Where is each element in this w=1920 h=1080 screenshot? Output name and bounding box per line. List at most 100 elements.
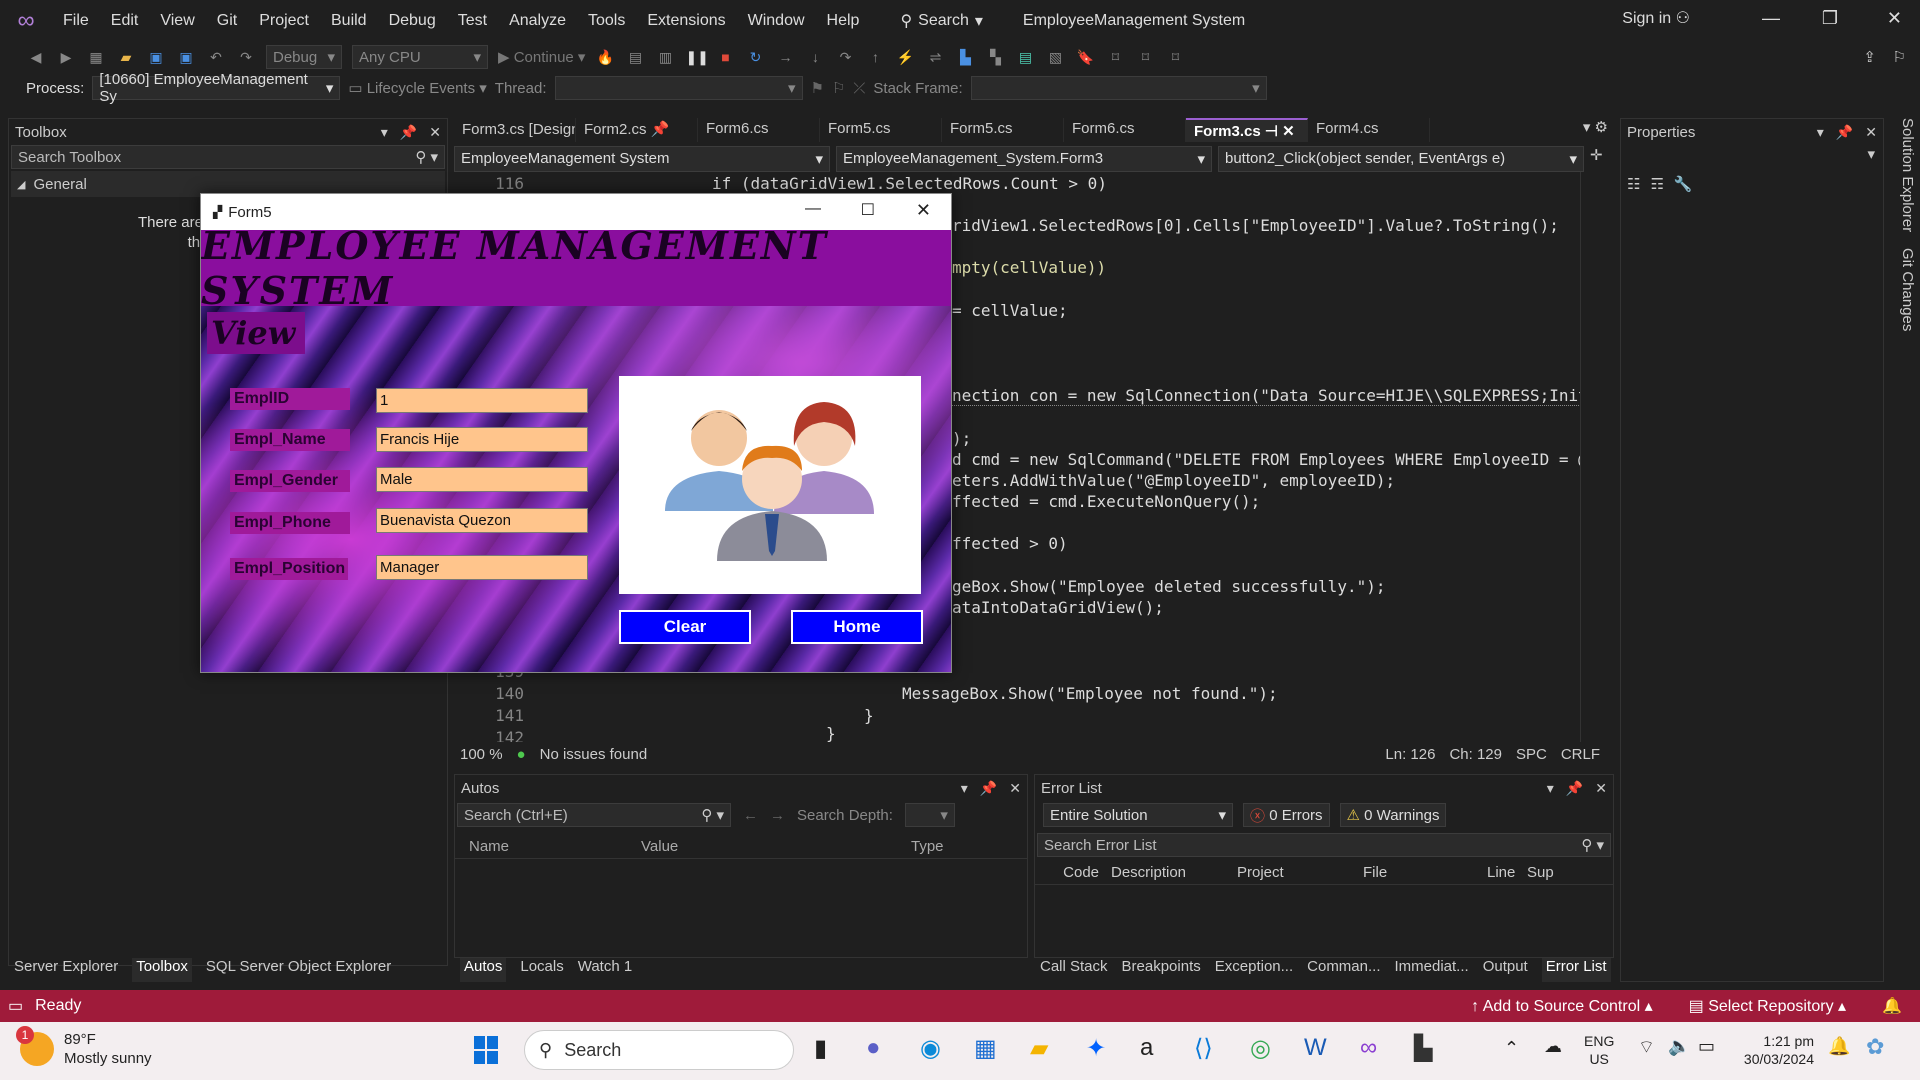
menu-build[interactable]: Build	[320, 12, 378, 30]
column-value[interactable]: Value	[635, 838, 905, 855]
zoom-level[interactable]: 100 %	[460, 746, 503, 763]
weather-widget[interactable]: 1 89°F Mostly sunny	[16, 1026, 152, 1068]
tab-form2[interactable]: Form2.cs 📌	[576, 118, 698, 142]
threads-icon[interactable]: ▙	[955, 47, 975, 67]
start-menu-icon[interactable]	[474, 1036, 498, 1064]
property-pages-icon[interactable]: 🔧	[1674, 175, 1693, 193]
menu-view[interactable]: View	[149, 12, 205, 30]
redo-icon[interactable]: ↷	[236, 47, 256, 67]
lifecycle-events-button[interactable]: ▭ Lifecycle Events ▾	[348, 79, 486, 97]
teams-icon[interactable]: ●	[866, 1034, 881, 1062]
column-type[interactable]: Type	[905, 838, 944, 855]
hex-icon[interactable]: ⇌	[925, 47, 945, 67]
menu-window[interactable]: Window	[737, 12, 816, 30]
stack-frame-select[interactable]: ▾	[970, 76, 1267, 100]
process-select[interactable]: [10660] EmployeeManagement Sy ▾	[92, 71, 341, 105]
save-all-icon[interactable]: ▣	[176, 47, 196, 67]
autos-search-input[interactable]: Search (Ctrl+E) ⚲ ▾	[457, 803, 731, 827]
empl-phone-field[interactable]: Buenavista Quezon	[376, 508, 588, 533]
close-icon[interactable]: ✕	[1009, 780, 1021, 797]
back-arrow-icon[interactable]: ←	[743, 807, 758, 824]
column-name[interactable]: Name	[455, 838, 635, 855]
member-select[interactable]: button2_Click(object sender, EventArgs e…	[1218, 146, 1584, 172]
menu-tools[interactable]: Tools	[577, 12, 636, 30]
new-item-icon[interactable]: ▦	[86, 47, 106, 67]
close-icon[interactable]: ✕	[429, 124, 441, 141]
visual-studio-logo-icon[interactable]: ∞	[12, 7, 40, 35]
forward-arrow-icon[interactable]: →	[770, 807, 785, 824]
dropdown-icon[interactable]: ▾	[1817, 124, 1824, 141]
project-select[interactable]: EmployeeManagement System ▾	[454, 146, 830, 172]
column-project[interactable]: Project	[1231, 864, 1357, 881]
menu-analyze[interactable]: Analyze	[498, 12, 577, 30]
tab-watch1[interactable]: Watch 1	[578, 958, 632, 982]
column-description[interactable]: Description	[1105, 864, 1231, 881]
tab-git-changes[interactable]: Git Changes	[1888, 248, 1916, 331]
tab-form6-b[interactable]: Form6.cs	[1064, 118, 1186, 142]
parallel-stacks-icon[interactable]: ▚	[985, 47, 1005, 67]
close-icon[interactable]: ✕	[916, 200, 931, 221]
categorized-icon[interactable]: ☷	[1627, 175, 1640, 193]
maximize-icon[interactable]: ☐	[861, 200, 875, 220]
expand-callstack-icon[interactable]: ⤫	[853, 80, 865, 97]
amazon-icon[interactable]: a	[1140, 1034, 1153, 1062]
properties-object-select[interactable]: ▾	[1623, 145, 1881, 169]
layout-icon[interactable]: ▥	[655, 47, 675, 67]
tab-autos[interactable]: Autos	[460, 958, 507, 982]
search-depth-select[interactable]: ▾	[904, 803, 955, 827]
restore-icon[interactable]: ❐	[1822, 8, 1838, 29]
undo-icon[interactable]: ↶	[206, 47, 226, 67]
open-folder-icon[interactable]: ▰	[116, 47, 136, 67]
platform-select[interactable]: Any CPU ▾	[352, 45, 488, 69]
dropdown-icon[interactable]: ▾	[1547, 780, 1554, 797]
notifications-icon[interactable]: 🔔	[1882, 996, 1902, 1016]
global-search-button[interactable]: ⚲ Search ▾	[890, 7, 992, 35]
configuration-select[interactable]: Debug ▾	[266, 45, 342, 69]
tab-command-window[interactable]: Comman...	[1307, 958, 1380, 982]
back-icon[interactable]: ◀	[26, 47, 46, 67]
empl-gender-field[interactable]: Male	[376, 467, 588, 492]
comment-icon[interactable]: ▤	[1015, 47, 1035, 67]
volume-icon[interactable]: 🔈	[1668, 1036, 1690, 1057]
pin-icon[interactable]: 📌	[1566, 780, 1583, 797]
battery-icon[interactable]: ▭	[1698, 1036, 1715, 1057]
taskbar-search-box[interactable]: ⚲ Search	[524, 1030, 794, 1070]
close-icon[interactable]: ✕	[1887, 8, 1902, 29]
tab-form6[interactable]: Form6.cs	[698, 118, 820, 142]
issues-status[interactable]: No issues found	[540, 746, 648, 763]
menu-project[interactable]: Project	[248, 12, 320, 30]
sign-in-button[interactable]: Sign in ⚇	[1622, 8, 1690, 28]
menu-debug[interactable]: Debug	[378, 12, 447, 30]
empl-name-field[interactable]: Francis Hije	[376, 427, 588, 452]
home-button[interactable]: Home	[791, 610, 923, 644]
word-icon[interactable]: W	[1304, 1034, 1327, 1062]
dropdown-icon[interactable]: ▾	[961, 780, 968, 797]
column-file[interactable]: File	[1357, 864, 1483, 881]
whitespace-indicator[interactable]: SPC	[1516, 746, 1547, 763]
feedback-icon[interactable]: ⚐	[1893, 48, 1906, 66]
onedrive-icon[interactable]: ☁	[1544, 1036, 1562, 1057]
warnings-filter-button[interactable]: ⚠ 0 Warnings	[1339, 803, 1447, 827]
clear-bookmarks-icon[interactable]: ⌑	[1165, 47, 1185, 67]
clear-button[interactable]: Clear	[619, 610, 751, 644]
minimize-icon[interactable]: —	[805, 200, 821, 218]
tab-locals[interactable]: Locals	[520, 958, 563, 982]
menu-test[interactable]: Test	[447, 12, 498, 30]
file-explorer-icon[interactable]: ▰	[1030, 1034, 1048, 1063]
column-line[interactable]: Line	[1483, 864, 1523, 881]
task-view-icon[interactable]: ▮	[814, 1034, 827, 1063]
live-share-icon[interactable]: ⇪	[1863, 48, 1876, 66]
notification-bell-icon[interactable]: 🔔	[1828, 1036, 1850, 1057]
close-icon[interactable]: ✕	[1595, 780, 1607, 797]
restart-icon[interactable]: ↻	[745, 47, 765, 67]
bookmark-icon[interactable]: 🔖	[1075, 47, 1095, 67]
language-indicator[interactable]: ENG US	[1584, 1032, 1614, 1068]
wifi-icon[interactable]: ⌔	[1638, 1036, 1655, 1059]
line-ending-indicator[interactable]: CRLF	[1561, 746, 1614, 763]
vscode-icon[interactable]: ⟨⟩	[1194, 1034, 1213, 1063]
tab-form4[interactable]: Form4.cs	[1308, 118, 1430, 142]
menu-help[interactable]: Help	[816, 12, 871, 30]
chrome-icon[interactable]: ◎	[1250, 1034, 1271, 1063]
tab-form3-design[interactable]: Form3.cs [Design] 📌	[454, 118, 576, 142]
store-icon[interactable]: ▦	[974, 1034, 997, 1063]
